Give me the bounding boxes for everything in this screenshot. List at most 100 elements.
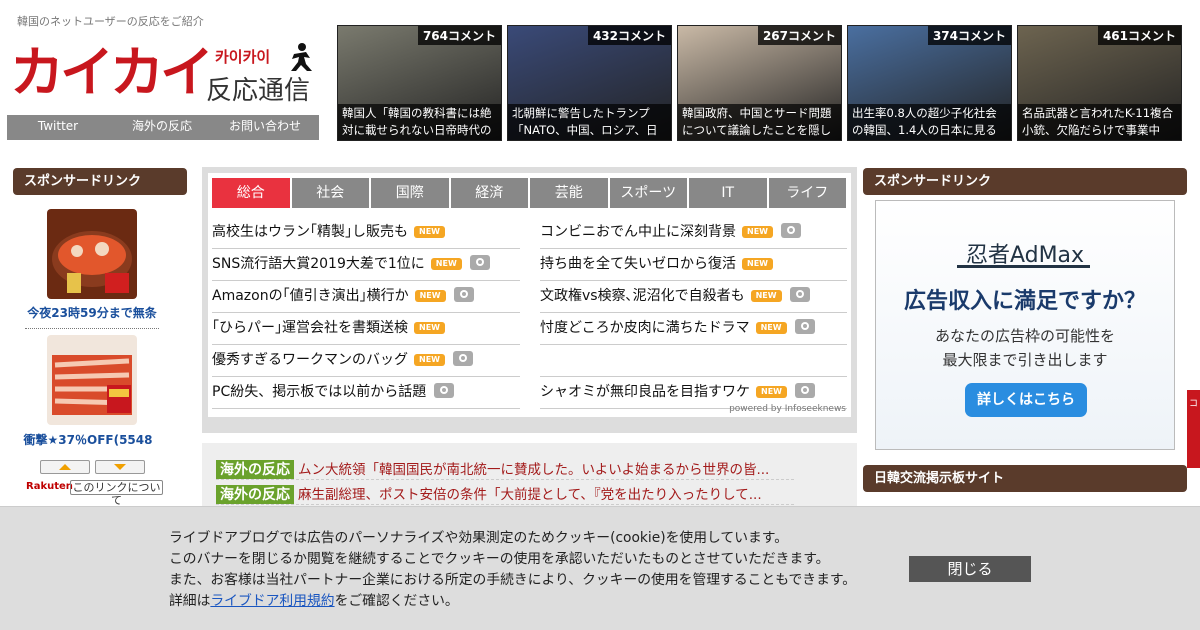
new-badge: NEW	[414, 226, 445, 238]
cookie-banner: ライブドアブログでは広告のパーソナライズや効果測定のためクッキー(cookie)…	[0, 506, 1200, 630]
article-thumbnail[interactable]: 267コメント 韓国政府、中国とサード問題について議論したことを隠し	[677, 25, 842, 141]
camera-icon	[794, 319, 815, 334]
ad-details-button[interactable]: 詳しくはこちら	[965, 383, 1087, 417]
cookie-line-4-prefix: 詳細は	[169, 593, 211, 609]
comment-count: 461コメント	[1097, 26, 1181, 45]
nav-overseas-reaction[interactable]: 海外の反応	[109, 115, 215, 140]
news-item[interactable]: SNS流行語大賞2019大差で1位に NEW	[212, 249, 520, 281]
news-tab[interactable]: 社会	[291, 178, 369, 208]
news-title: 持ち曲を全て失いゼロから復活	[540, 256, 736, 272]
news-tab[interactable]: 総合	[212, 178, 290, 208]
cookie-line-3: また、お客様は当社パートナー企業における所定の手続きにより、クッキーの使用を管理…	[169, 572, 857, 588]
ad-body-line-2: 最大限まで引き出します	[942, 351, 1108, 369]
ad-body-line-1: あなたの広告枠の可能性を	[934, 327, 1115, 345]
article-thumbnail[interactable]: 461コメント名品武器と言われたK-11複合小銃、欠陥だらけで事業中	[1017, 25, 1182, 141]
logo-main-text: カイカイ	[10, 41, 214, 104]
comment-count: 432コメント	[587, 26, 671, 45]
news-title: SNS流行語大賞2019大差で1位に	[212, 256, 425, 272]
product-label-1[interactable]: 今夜23時59分まで無条	[5, 304, 179, 321]
scroll-up-button[interactable]	[40, 460, 90, 474]
exchange-board-header: 日韓交流掲示板サイト	[863, 465, 1187, 492]
news-title: コンビニおでん中止に深刻背景	[540, 224, 736, 240]
news-item[interactable]: 文政権vs検察､泥沼化で自殺者も NEW	[540, 281, 847, 313]
nav-contact[interactable]: お問い合わせ	[215, 115, 315, 140]
news-item[interactable]: ｢ひらパー｣運営会社を書類送検 NEW	[212, 313, 520, 345]
product-image-1[interactable]	[47, 209, 137, 299]
product-label-2[interactable]: 衝撃★37％OFF(5548	[1, 431, 175, 448]
camera-icon	[794, 383, 815, 398]
camera-icon	[452, 351, 473, 366]
cookie-line-4: 詳細はライブドア利用規約をご確認ください。	[169, 591, 856, 612]
arrow-down-icon	[114, 464, 126, 470]
news-item[interactable]: 優秀すぎるワークマンのバッグ NEW	[212, 345, 520, 377]
new-badge: NEW	[742, 258, 773, 270]
overseas-tag: 海外の反応	[216, 460, 294, 479]
ad-title: 広告収入に満足ですか？	[903, 289, 1146, 314]
camera-icon	[780, 223, 801, 238]
figure-icon	[291, 43, 312, 71]
new-badge: NEW	[750, 290, 782, 302]
comment-count: 764コメント	[417, 26, 501, 45]
cookie-line-1: ライブドアブログでは広告のパーソナライズや効果測定のためクッキー(cookie)…	[169, 530, 789, 546]
news-tab[interactable]: 芸能	[530, 178, 608, 208]
news-item	[540, 345, 847, 377]
camera-icon	[453, 287, 474, 302]
thumbnail-caption: 名品武器と言われたK-11複合小銃、欠陥だらけで事業中	[1018, 104, 1181, 140]
terms-link[interactable]: ライブドア利用規約	[210, 593, 334, 609]
new-badge: NEW	[755, 322, 787, 334]
scroll-down-button[interactable]	[95, 460, 145, 474]
rakuten-logo[interactable]: Rakuten	[26, 481, 73, 492]
nav-twitter[interactable]: Twitter	[7, 115, 109, 140]
article-thumbnail[interactable]: 764コメント 韓国人「韓国の教科書には絶対に載せられない日帝時代の	[337, 25, 502, 141]
news-item[interactable]: Amazonの｢値引き演出｣横行か NEW	[212, 281, 520, 313]
overseas-item[interactable]: 海外の反応 ムン大統領「韓国国民が南北統一に賛成した。いよいよ始まるから世界の皆.…	[216, 458, 794, 480]
news-tab[interactable]: 国際	[371, 178, 449, 208]
thumbnail-caption: 出生率0.8人の超少子化社会の韓国、1.4人の日本に見る	[848, 104, 1011, 140]
cookie-text: ライブドアブログでは広告のパーソナライズや効果測定のためクッキー(cookie)…	[169, 528, 856, 612]
article-thumbnail[interactable]: 374コメント出生率0.8人の超少子化社会の韓国、1.4人の日本に見る	[847, 25, 1012, 141]
arrow-up-icon	[59, 464, 71, 470]
admax-ad[interactable]: 忍者AdMax 広告収入に満足ですか？ あなたの広告枠の可能性を 最大限まで引き…	[875, 200, 1175, 450]
news-item[interactable]: コンビニおでん中止に深刻背景 NEW	[540, 217, 847, 249]
new-badge: NEW	[756, 386, 787, 398]
left-divider	[25, 328, 159, 329]
news-tab[interactable]: 経済	[450, 178, 528, 208]
overseas-item[interactable]: 海外の反応 麻生副総理、ポスト安倍の条件「大前提として、『党を出たり入ったりして.…	[216, 483, 794, 505]
side-comment-tab[interactable]: コ	[1187, 390, 1200, 468]
news-tab[interactable]: IT	[689, 178, 767, 208]
top-nav: Twitter 海外の反応 お問い合わせ	[7, 115, 319, 140]
left-sponsor-header: スポンサードリンク	[13, 168, 187, 195]
news-tab[interactable]: スポーツ	[609, 178, 687, 208]
overseas-title: 麻生副総理、ポスト安倍の条件「大前提として、『党を出たり入ったりして...	[298, 487, 762, 503]
camera-icon	[469, 255, 490, 270]
news-item[interactable]: 忖度どころか皮肉に満ちたドラマ NEW	[540, 313, 847, 345]
news-title: 優秀すぎるワークマンのバッグ	[212, 352, 408, 368]
news-inner: 総合 社会 国際 経済 芸能 スポーツ IT ライフ 高校生はウラン｢精製｣し販売も NEW SN…	[208, 173, 851, 417]
article-thumbnail[interactable]: 432コメント 北朝鮮に警告したトランプ「NATO、中国、ロシア、日	[507, 25, 672, 141]
news-tabs: 総合 社会 国際 経済 芸能 スポーツ IT ライフ	[212, 178, 848, 208]
about-link-button[interactable]: このリンクについて	[70, 480, 163, 507]
new-badge: NEW	[414, 322, 445, 334]
powered-by[interactable]: powered by Infoseeknews	[729, 404, 846, 414]
new-badge: NEW	[430, 258, 462, 270]
news-title: シャオミが無印良品を目指すワケ	[540, 384, 750, 400]
cookie-line-2: このバナーを閉じるか閲覧を継続することでクッキーの使用を承認いただいたものとさせ…	[169, 551, 830, 567]
comment-count: 374コメント	[927, 26, 1011, 45]
product-image-2[interactable]	[47, 335, 137, 425]
news-item[interactable]: PC紛失、掲示板では以前から話題	[212, 377, 520, 409]
news-item[interactable]: 高校生はウラン｢精製｣し販売も NEW	[212, 217, 520, 249]
news-tab[interactable]: ライフ	[768, 178, 846, 208]
news-item[interactable]: 持ち曲を全て失いゼロから復活 NEW	[540, 249, 847, 281]
news-title: 高校生はウラン｢精製｣し販売も	[212, 224, 408, 240]
cookie-close-button[interactable]: 閉じる	[909, 556, 1031, 582]
logo-sub-text: 反応通信	[206, 76, 311, 106]
crab-pot-image	[47, 209, 137, 299]
site-logo[interactable]: カイカイ 카이카이 反応通信	[10, 41, 320, 106]
ad-brand-underline	[957, 265, 1090, 268]
news-title: 忖度どころか皮肉に満ちたドラマ	[540, 320, 750, 336]
site-tagline: 韓国のネットユーザーの反応をご紹介	[17, 15, 204, 28]
news-box: 総合 社会 国際 経済 芸能 スポーツ IT ライフ 高校生はウラン｢精製｣し販売も NEW SN…	[202, 167, 857, 433]
news-title: PC紛失、掲示板では以前から話題	[212, 384, 427, 400]
news-title: Amazonの｢値引き演出｣横行か	[212, 288, 409, 304]
news-title: 文政権vs検察､泥沼化で自殺者も	[540, 288, 745, 304]
